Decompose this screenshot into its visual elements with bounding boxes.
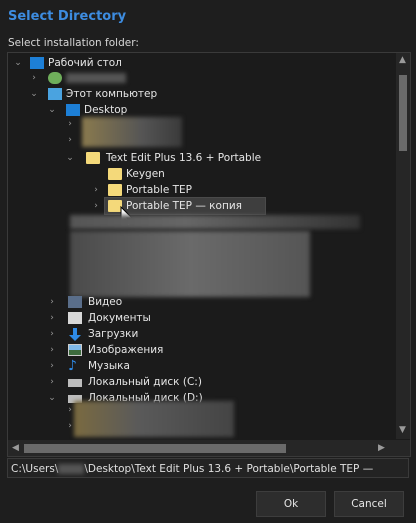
- scroll-up-arrow-icon[interactable]: ▲: [399, 55, 406, 65]
- download-arrow-icon: [68, 328, 82, 341]
- chevron-right-icon[interactable]: ›: [92, 198, 100, 214]
- chevron-right-icon[interactable]: ›: [48, 358, 56, 374]
- folder-icon: [86, 152, 100, 164]
- chevron-right-icon[interactable]: ›: [48, 342, 56, 358]
- tree-item-label: Загрузки: [88, 328, 139, 340]
- tree-item-label: Portable TEP: [126, 184, 193, 196]
- tree-item-keygen[interactable]: Keygen: [8, 166, 388, 182]
- tree-item-desktop-root[interactable]: ⌄ Рабочий стол: [8, 55, 388, 71]
- documents-icon: [68, 312, 82, 324]
- blurred-folders: [70, 215, 360, 229]
- video-icon: [68, 296, 82, 308]
- tree-item-label: Этот компьютер: [66, 88, 158, 100]
- user-icon: [48, 72, 62, 84]
- chevron-right-icon[interactable]: ›: [92, 182, 100, 198]
- tree-item-label: Portable TEP — копия: [126, 200, 242, 212]
- tree-item-label: Рабочий стол: [48, 57, 122, 69]
- chevron-right-icon[interactable]: ›: [30, 70, 38, 86]
- tree-item-desktop[interactable]: ⌄ Desktop: [8, 102, 388, 118]
- tree-item-music[interactable]: › ♪ Музыка: [8, 358, 388, 374]
- tree-item-label: Документы: [88, 312, 151, 324]
- horizontal-scroll-thumb[interactable]: [24, 444, 286, 453]
- images-icon: [68, 344, 82, 356]
- tree-item-label: Видео: [88, 296, 123, 308]
- scroll-right-arrow-icon[interactable]: ▶: [378, 443, 385, 453]
- vertical-scrollbar[interactable]: ▲ ▼: [396, 53, 410, 439]
- chevron-down-icon[interactable]: ⌄: [48, 102, 56, 118]
- chevron-right-icon[interactable]: ›: [48, 374, 56, 390]
- chevron-down-icon[interactable]: ⌄: [66, 150, 74, 166]
- tree-item-label: Изображения: [88, 344, 164, 356]
- tree-item-tep[interactable]: ⌄ Text Edit Plus 13.6 + Portable: [8, 150, 388, 166]
- tree-item-label: Text Edit Plus 13.6 + Portable: [106, 152, 262, 164]
- tree-item-images[interactable]: › Изображения: [8, 342, 388, 358]
- folder-tree[interactable]: ⌄ Рабочий стол › ⌄ Этот компьютер ⌄ Desk…: [7, 52, 411, 457]
- horizontal-scrollbar[interactable]: ◀ ▶: [8, 440, 410, 456]
- tree-item-label: Локальный диск (C:): [88, 376, 202, 388]
- blurred-folders: [70, 231, 310, 297]
- cancel-button[interactable]: Cancel: [334, 491, 404, 517]
- music-note-icon: ♪: [68, 358, 77, 374]
- blurred-folders: [82, 117, 182, 147]
- chevron-right-icon[interactable]: ›: [48, 310, 56, 326]
- tree-item-label: Музыка: [88, 360, 130, 372]
- ok-button[interactable]: Ok: [256, 491, 326, 517]
- chevron-right-icon[interactable]: ›: [66, 421, 74, 437]
- tree-item-downloads[interactable]: › Загрузки: [8, 326, 388, 342]
- desktop-icon: [30, 57, 44, 69]
- blurred-username: [66, 73, 126, 83]
- dialog-subtitle: Select installation folder:: [8, 37, 139, 49]
- computer-icon: [48, 88, 62, 100]
- chevron-right-icon[interactable]: ›: [48, 326, 56, 342]
- chevron-down-icon[interactable]: ⌄: [14, 55, 22, 71]
- desktop-folder-icon: [66, 104, 80, 116]
- selected-path-field[interactable]: C:\Users\ \Desktop\Text Edit Plus 13.6 + …: [7, 458, 409, 478]
- path-prefix: C:\Users\: [11, 463, 59, 475]
- tree-item-documents[interactable]: › Документы: [8, 310, 388, 326]
- tree-item-user[interactable]: ›: [8, 70, 388, 86]
- tree-item-label: Keygen: [126, 168, 165, 180]
- chevron-down-icon[interactable]: ⌄: [30, 86, 38, 102]
- scroll-left-arrow-icon[interactable]: ◀: [12, 443, 19, 453]
- folder-icon: [108, 168, 122, 180]
- blurred-username: [58, 464, 85, 474]
- chevron-right-icon[interactable]: ›: [48, 294, 56, 310]
- tree-item-portable-tep-copy[interactable]: › Portable TEP — копия: [8, 198, 388, 214]
- tree-item-video[interactable]: › Видео: [8, 294, 388, 310]
- chevron-down-icon[interactable]: ⌄: [48, 390, 56, 406]
- scroll-down-arrow-icon[interactable]: ▼: [399, 425, 406, 435]
- tree-item-portable-tep[interactable]: › Portable TEP: [8, 182, 388, 198]
- chevron-right-icon[interactable]: ›: [66, 119, 74, 135]
- drive-icon: [68, 379, 82, 387]
- tree-item-disk-c[interactable]: › Локальный диск (C:): [8, 374, 388, 390]
- chevron-right-icon[interactable]: ›: [66, 135, 74, 151]
- blurred-folders: [74, 401, 234, 437]
- chevron-right-icon[interactable]: ›: [66, 405, 74, 421]
- tree-item-this-pc[interactable]: ⌄ Этот компьютер: [8, 86, 388, 102]
- dialog-title: Select Directory: [8, 9, 127, 24]
- folder-icon: [108, 184, 122, 196]
- vertical-scroll-thumb[interactable]: [399, 75, 407, 151]
- tree-item-label: Desktop: [84, 104, 128, 116]
